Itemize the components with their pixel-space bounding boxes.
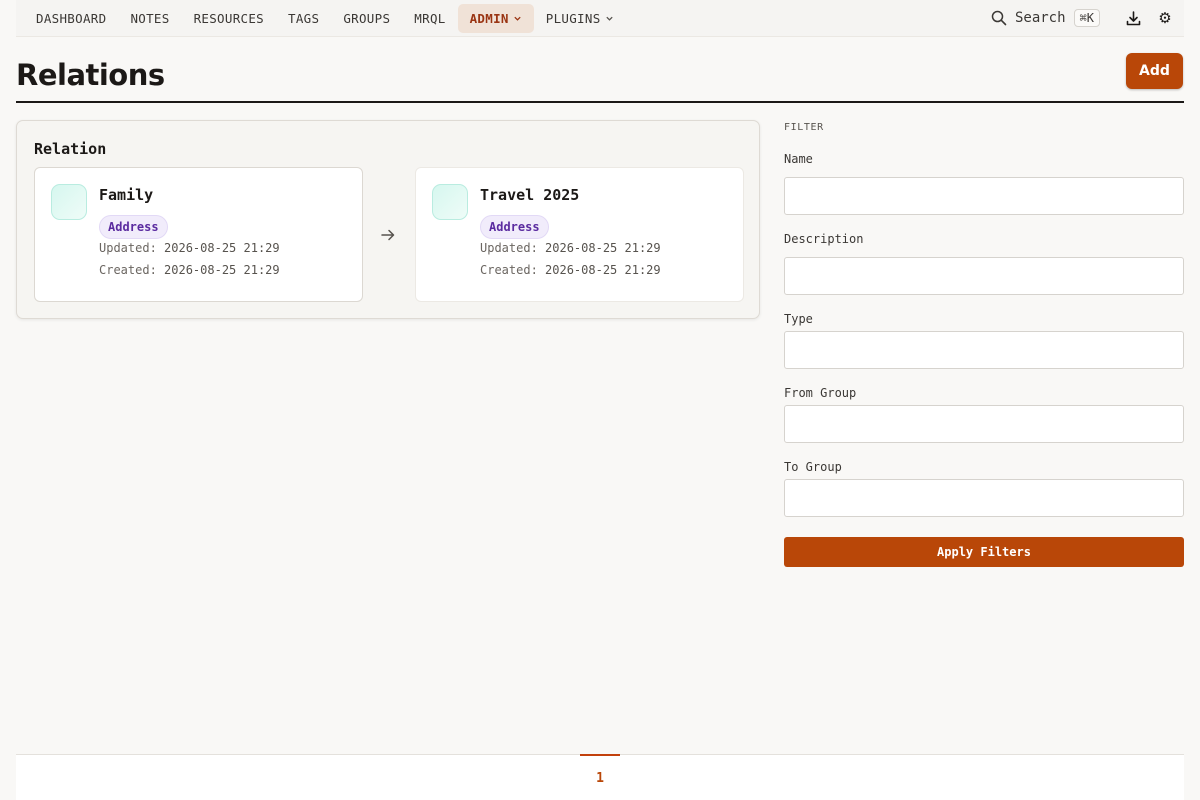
gear-icon: ⚙ — [1158, 9, 1172, 27]
nav-item-plugins[interactable]: PLUGINS — [534, 4, 626, 33]
from-group-card[interactable]: Family Address Updated: 2026-08-25 21:29… — [34, 167, 363, 302]
from-group-name[interactable]: Family — [99, 186, 153, 204]
chevron-down-icon — [605, 16, 613, 21]
search-label: Search — [1014, 10, 1066, 26]
page-title: Relations — [16, 58, 165, 92]
from-group-label: From Group — [784, 386, 857, 400]
nav-item-notes[interactable]: NOTES — [118, 4, 181, 33]
download-button[interactable] — [1124, 9, 1142, 27]
created-meta: Created: 2026-08-25 21:29 — [480, 263, 661, 277]
filter-heading: FILTER — [784, 122, 824, 133]
add-button[interactable]: Add — [1126, 53, 1183, 89]
type-label: Type — [784, 312, 813, 326]
description-label: Description — [784, 232, 864, 246]
nav-item-groups[interactable]: GROUPS — [331, 4, 402, 33]
updated-meta: Updated: 2026-08-25 21:29 — [480, 241, 661, 255]
nav-item-resources[interactable]: RESOURCES — [182, 4, 276, 33]
top-nav: DASHBOARD NOTES RESOURCES TAGS GROUPS MR… — [16, 0, 1184, 37]
search-button[interactable]: Search ⌘K — [991, 9, 1100, 27]
to-group-field[interactable] — [784, 479, 1184, 517]
updated-label: Updated: — [480, 241, 538, 255]
to-group-name[interactable]: Travel 2025 — [480, 186, 579, 204]
download-icon — [1126, 10, 1140, 25]
avatar — [51, 184, 87, 220]
arrow-right-icon — [381, 229, 395, 241]
nav-item-admin-label: ADMIN — [469, 10, 509, 26]
relation-card[interactable]: Relation Family Address Updated: 2026-08… — [16, 120, 760, 319]
from-group-field[interactable] — [784, 405, 1184, 443]
page-1-button[interactable]: 1 — [580, 754, 620, 800]
pagination: 1 — [16, 754, 1184, 800]
created-value: 2026-08-25 21:29 — [164, 263, 280, 277]
nav-item-tags[interactable]: TAGS — [276, 4, 331, 33]
type-field[interactable] — [784, 331, 1184, 369]
search-icon — [991, 10, 1007, 26]
updated-label: Updated: — [99, 241, 157, 255]
created-label: Created: — [480, 263, 538, 277]
to-group-card[interactable]: Travel 2025 Address Updated: 2026-08-25 … — [415, 167, 744, 302]
updated-value: 2026-08-25 21:29 — [164, 241, 280, 255]
avatar — [432, 184, 468, 220]
created-meta: Created: 2026-08-25 21:29 — [99, 263, 280, 277]
chevron-down-icon — [514, 16, 521, 21]
to-group-label: To Group — [784, 460, 842, 474]
header-divider — [16, 101, 1184, 103]
nav-item-plugins-label: PLUGINS — [545, 10, 601, 26]
nav-right: Search ⌘K ⚙ — [991, 0, 1184, 36]
nav-item-dashboard[interactable]: DASHBOARD — [24, 4, 118, 33]
name-field[interactable] — [784, 177, 1184, 215]
nav-item-mrql[interactable]: MRQL — [402, 4, 457, 33]
name-label: Name — [784, 152, 813, 166]
category-badge: Address — [480, 215, 549, 239]
category-badge: Address — [99, 215, 168, 239]
nav-item-admin[interactable]: ADMIN — [457, 3, 534, 33]
apply-filters-button[interactable]: Apply Filters — [784, 537, 1184, 567]
created-label: Created: — [99, 263, 157, 277]
description-field[interactable] — [784, 257, 1184, 295]
updated-meta: Updated: 2026-08-25 21:29 — [99, 241, 280, 255]
settings-button[interactable]: ⚙ — [1156, 9, 1174, 27]
nav-items: DASHBOARD NOTES RESOURCES TAGS GROUPS MR… — [24, 0, 626, 36]
updated-value: 2026-08-25 21:29 — [545, 241, 661, 255]
created-value: 2026-08-25 21:29 — [545, 263, 661, 277]
search-shortcut: ⌘K — [1073, 9, 1100, 27]
relation-title: Relation — [34, 140, 107, 158]
